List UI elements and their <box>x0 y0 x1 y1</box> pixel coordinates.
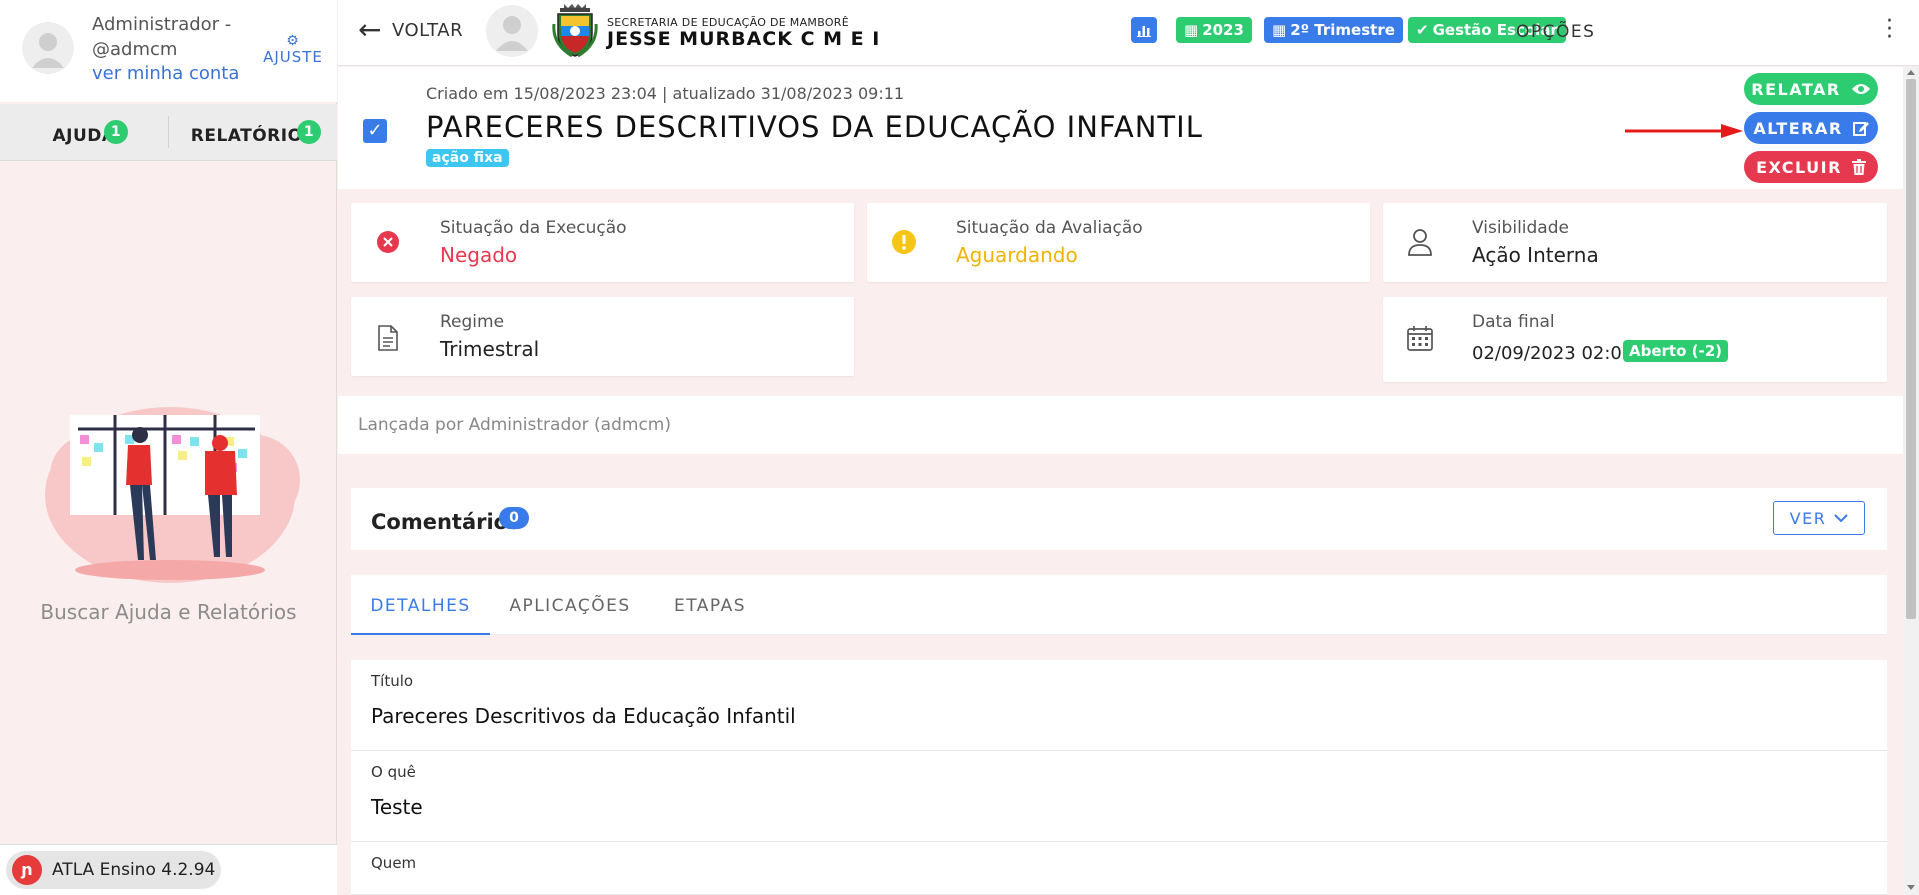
edit-icon <box>1852 122 1869 136</box>
view-comments-button[interactable]: VER <box>1773 501 1865 535</box>
view-label: VER <box>1789 508 1827 528</box>
school-silhouette-icon <box>496 16 528 51</box>
tab-ajuda[interactable]: AJUDA 1 <box>0 104 168 160</box>
bar-chart-icon <box>1137 26 1151 37</box>
user-box: Administrador - @admcm ver minha conta ⚙… <box>0 0 337 102</box>
page-title: PARECERES DESCRITIVOS DA EDUCAÇÃO INFANT… <box>426 110 1203 144</box>
user-avatar[interactable] <box>22 22 74 74</box>
tab-details[interactable]: DETALHES <box>351 575 490 635</box>
trash-icon <box>1851 159 1866 175</box>
edit-button[interactable]: ALTERAR <box>1744 112 1878 144</box>
scroll-down-icon[interactable] <box>1907 885 1915 890</box>
fixed-action-tag: ação fixa <box>426 149 509 167</box>
chevron-down-icon <box>1834 513 1849 522</box>
version-bar: ɲ ATLA Ensino 4.2.94 <box>0 844 337 895</box>
field-who-label: Quem <box>371 854 417 872</box>
year-selector[interactable]: ▦ 2023 <box>1176 17 1252 43</box>
person-icon <box>1405 227 1435 257</box>
field-what: O quê Teste <box>351 751 1887 842</box>
visibility-label: Visibilidade <box>1472 218 1569 238</box>
report-button[interactable]: RELATAR <box>1744 73 1878 105</box>
scroll-up-icon[interactable] <box>1907 70 1915 75</box>
main-scrollbar[interactable] <box>1903 67 1919 895</box>
calendar-icon <box>1405 323 1435 353</box>
completed-checkbox[interactable]: ✓ <box>363 119 387 143</box>
help-caption[interactable]: Buscar Ajuda e Relatórios <box>0 600 337 624</box>
ajuda-count-badge: 1 <box>104 120 128 144</box>
field-what-label: O quê <box>371 763 416 781</box>
tab-applications[interactable]: APLICAÇÕES <box>490 575 650 635</box>
annotation-arrow-icon <box>1625 124 1743 138</box>
more-vertical-icon[interactable]: · · · <box>1886 11 1893 49</box>
tab-stages[interactable]: ETAPAS <box>650 575 770 635</box>
execution-status-label: Situação da Execução <box>440 218 627 238</box>
execution-status-card: Situação da Execução Negado <box>351 203 854 282</box>
term-label: 2º Trimestre <box>1290 21 1395 39</box>
scroll-thumb[interactable] <box>1906 79 1916 619</box>
visibility-value: Ação Interna <box>1472 243 1599 267</box>
document-icon <box>373 323 403 353</box>
end-date-label: Data final <box>1472 312 1555 332</box>
warning-circle-icon <box>889 227 919 257</box>
back-label: VOLTAR <box>391 19 464 41</box>
back-button[interactable]: ← VOLTAR <box>358 13 464 46</box>
regime-card: Regime Trimestral <box>351 297 854 376</box>
calendar-icon: ▦ <box>1184 21 1199 39</box>
field-title-value: Pareceres Descritivos da Educação Infant… <box>371 704 796 728</box>
error-circle-icon <box>373 227 403 257</box>
settings-button[interactable]: ⚙ AJUSTE <box>261 34 325 66</box>
field-what-value: Teste <box>371 795 423 819</box>
end-date-card: Data final 02/09/2023 02:03 Aberto (-2) <box>1383 297 1887 382</box>
launched-by-text: Lançada por Administrador (admcm) <box>358 415 671 435</box>
evaluation-status-value: Aguardando <box>956 243 1078 267</box>
stats-button[interactable] <box>1131 17 1157 43</box>
top-bar: ← VOLTAR SECRETARIA DE EDUCAÇÃO DE MAMBO… <box>338 0 1919 66</box>
delete-label: EXCLUIR <box>1756 157 1842 177</box>
action-meta: Criado em 15/08/2023 23:04 | atualizado … <box>426 84 905 103</box>
relatorios-count-badge: 1 <box>297 120 321 144</box>
regime-label: Regime <box>440 312 505 332</box>
visibility-card: Visibilidade Ação Interna <box>1383 203 1887 282</box>
field-title: Título Pareceres Descritivos da Educação… <box>351 660 1887 751</box>
version-label: ATLA Ensino 4.2.94 <box>52 860 216 880</box>
settings-label: AJUSTE <box>263 48 323 66</box>
open-status-badge: Aberto (-2) <box>1623 340 1728 362</box>
options-button[interactable]: OPÇÕES <box>1516 22 1595 42</box>
account-link[interactable]: ver minha conta <box>92 63 239 84</box>
municipal-crest-icon <box>552 4 598 58</box>
user-name: Administrador - @admcm <box>92 14 232 60</box>
help-illustration <box>45 407 300 583</box>
calendar-icon: ▦ <box>1272 21 1287 39</box>
user-silhouette-icon <box>32 33 64 68</box>
execution-status-value: Negado <box>440 243 518 267</box>
launched-by-row: Lançada por Administrador (admcm) <box>338 396 1903 454</box>
comments-title: Comentários <box>371 510 521 534</box>
delete-button[interactable]: EXCLUIR <box>1744 151 1878 183</box>
regime-value: Trimestral <box>440 337 540 361</box>
school-name: JESSE MURBACK C M E I <box>607 28 881 50</box>
tab-relatorios[interactable]: RELATÓRIOS 1 <box>168 116 337 148</box>
comments-section: Comentários 0 VER <box>351 488 1887 550</box>
field-who: Quem <box>351 842 1887 895</box>
end-date-value: 02/09/2023 02:03 <box>1472 343 1634 364</box>
field-title-label: Título <box>371 672 414 690</box>
atla-logo-icon: ɲ <box>12 855 42 885</box>
sidebar: Administrador - @admcm ver minha conta ⚙… <box>0 0 337 895</box>
report-label: RELATAR <box>1751 79 1841 99</box>
term-selector[interactable]: ▦ 2º Trimestre <box>1264 17 1403 43</box>
gear-icon: ⚙ <box>286 33 300 49</box>
eye-icon <box>1851 84 1870 94</box>
comments-count-badge: 0 <box>499 507 529 529</box>
year-label: 2023 <box>1202 21 1244 39</box>
action-header: ✓ Criado em 15/08/2023 23:04 | atualizad… <box>338 67 1903 189</box>
arrow-left-icon: ← <box>358 13 382 46</box>
evaluation-status-label: Situação da Avaliação <box>956 218 1143 238</box>
evaluation-status-card: Situação da Avaliação Aguardando <box>867 203 1370 282</box>
help-tabs: AJUDA 1 RELATÓRIOS 1 <box>0 104 337 161</box>
edit-label: ALTERAR <box>1753 118 1843 138</box>
check-circle-icon: ✔ <box>1416 21 1429 39</box>
detail-tabs: DETALHES APLICAÇÕES ETAPAS <box>351 575 1887 635</box>
version-pill[interactable]: ɲ ATLA Ensino 4.2.94 <box>6 851 221 889</box>
school-avatar[interactable] <box>486 5 538 57</box>
